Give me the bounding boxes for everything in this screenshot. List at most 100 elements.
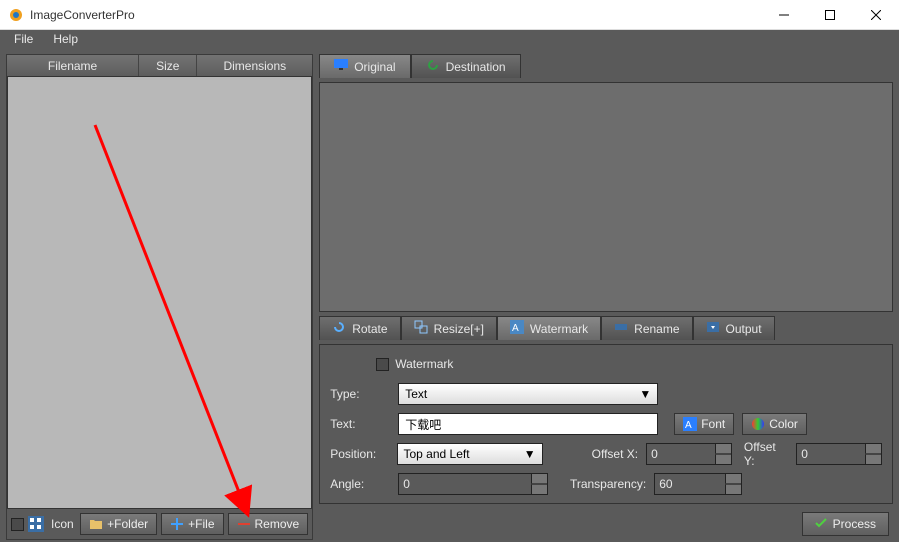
tab-rename-label: Rename [634,322,679,336]
spin-up[interactable] [865,444,881,454]
tool-tabs: Rotate Resize[+] A Watermark Rename Outp… [319,316,893,340]
position-select-value: Top and Left [404,447,470,461]
file-list-headers: Filename Size Dimensions [7,55,312,77]
type-select-value: Text [405,387,427,401]
offsetx-value: 0 [651,447,658,461]
preview-tabs: Original Destination [319,54,893,78]
app-body: File Help Filename Size Dimensions Icon … [0,30,899,542]
menubar: File Help [0,30,899,48]
spin-down[interactable] [531,484,547,494]
offsetx-label: Offset X: [551,447,638,461]
tab-rotate-label: Rotate [352,322,387,336]
monitor-icon [334,59,348,74]
spin-up[interactable] [725,474,741,484]
folder-icon [89,517,103,531]
offsety-label: Offset Y: [744,440,788,468]
angle-label: Angle: [330,477,390,491]
offsety-value: 0 [801,447,808,461]
spin-down[interactable] [865,454,881,464]
output-icon [706,320,720,337]
transparency-value: 60 [659,477,672,491]
right-panel: Original Destination Rotate Resize[+] [319,54,893,540]
text-input[interactable]: 下载吧 [398,413,658,435]
text-input-value: 下载吧 [405,416,441,433]
process-button-label: Process [833,517,876,531]
type-label: Type: [330,387,390,401]
minus-icon [237,517,251,531]
chevron-down-icon: ▼ [524,447,536,461]
watermark-enable-checkbox[interactable] [376,358,389,371]
tab-watermark-label: Watermark [530,322,588,336]
icon-view-label: Icon [51,517,74,531]
column-header-size[interactable]: Size [139,55,197,76]
svg-text:A: A [512,323,519,334]
window-controls [761,0,899,30]
tab-watermark[interactable]: A Watermark [497,316,601,340]
file-list-body[interactable] [7,77,312,509]
font-icon: A [683,417,697,431]
process-button[interactable]: Process [802,512,889,536]
menu-file[interactable]: File [6,30,41,48]
tab-destination-label: Destination [446,60,506,74]
spin-down[interactable] [715,454,731,464]
spin-up[interactable] [715,444,731,454]
tab-rename[interactable]: Rename [601,316,692,340]
refresh-icon [426,58,440,75]
plus-icon [170,517,184,531]
type-select[interactable]: Text ▼ [398,383,658,405]
remove-button[interactable]: Remove [228,513,309,535]
watermark-enable-label: Watermark [395,357,453,371]
rotate-icon [332,320,346,337]
color-button-label: Color [769,417,798,431]
resize-icon [414,320,428,337]
color-icon [751,417,765,431]
position-label: Position: [330,447,388,461]
offsetx-input[interactable]: 0 [646,443,732,465]
watermark-panel: Watermark Type: Text ▼ Text: 下载吧 [319,344,893,504]
add-file-label: +File [188,517,214,531]
tab-output-label: Output [726,322,762,336]
angle-value: 0 [403,477,410,491]
tab-original[interactable]: Original [319,54,410,78]
watermark-icon: A [510,320,524,337]
main-content: Filename Size Dimensions Icon +Folder +F… [0,48,899,546]
transparency-input[interactable]: 60 [654,473,742,495]
grid-icon [28,516,44,532]
add-folder-button[interactable]: +Folder [80,513,157,535]
remove-label: Remove [255,517,300,531]
spin-down[interactable] [725,484,741,494]
font-button-label: Font [701,417,725,431]
window-title: ImageConverterPro [30,8,761,22]
add-file-button[interactable]: +File [161,513,223,535]
offsety-input[interactable]: 0 [796,443,882,465]
svg-text:A: A [685,420,692,431]
tab-resize-label: Resize[+] [434,322,484,336]
font-button[interactable]: A Font [674,413,734,435]
rename-icon [614,320,628,337]
position-select[interactable]: Top and Left ▼ [397,443,543,465]
transparency-label: Transparency: [556,477,646,491]
tab-resize[interactable]: Resize[+] [401,316,497,340]
angle-input[interactable]: 0 [398,473,548,495]
preview-area [319,82,893,312]
tab-output[interactable]: Output [693,316,775,340]
tab-rotate[interactable]: Rotate [319,316,400,340]
add-folder-label: +Folder [107,517,148,531]
menu-help[interactable]: Help [45,30,86,48]
file-list-panel: Filename Size Dimensions Icon +Folder +F… [6,54,313,540]
process-row: Process [319,508,893,540]
file-list-toolbar: Icon +Folder +File Remove [7,509,312,539]
color-button[interactable]: Color [742,413,807,435]
column-header-filename[interactable]: Filename [7,55,139,76]
icon-view-checkbox[interactable] [11,518,24,531]
close-button[interactable] [853,0,899,30]
text-label: Text: [330,417,390,431]
column-header-dimensions[interactable]: Dimensions [197,55,312,76]
minimize-button[interactable] [761,0,807,30]
window-titlebar: ImageConverterPro [0,0,899,30]
maximize-button[interactable] [807,0,853,30]
app-icon [8,7,24,23]
tab-original-label: Original [354,60,395,74]
spin-up[interactable] [531,474,547,484]
tab-destination[interactable]: Destination [411,54,521,78]
